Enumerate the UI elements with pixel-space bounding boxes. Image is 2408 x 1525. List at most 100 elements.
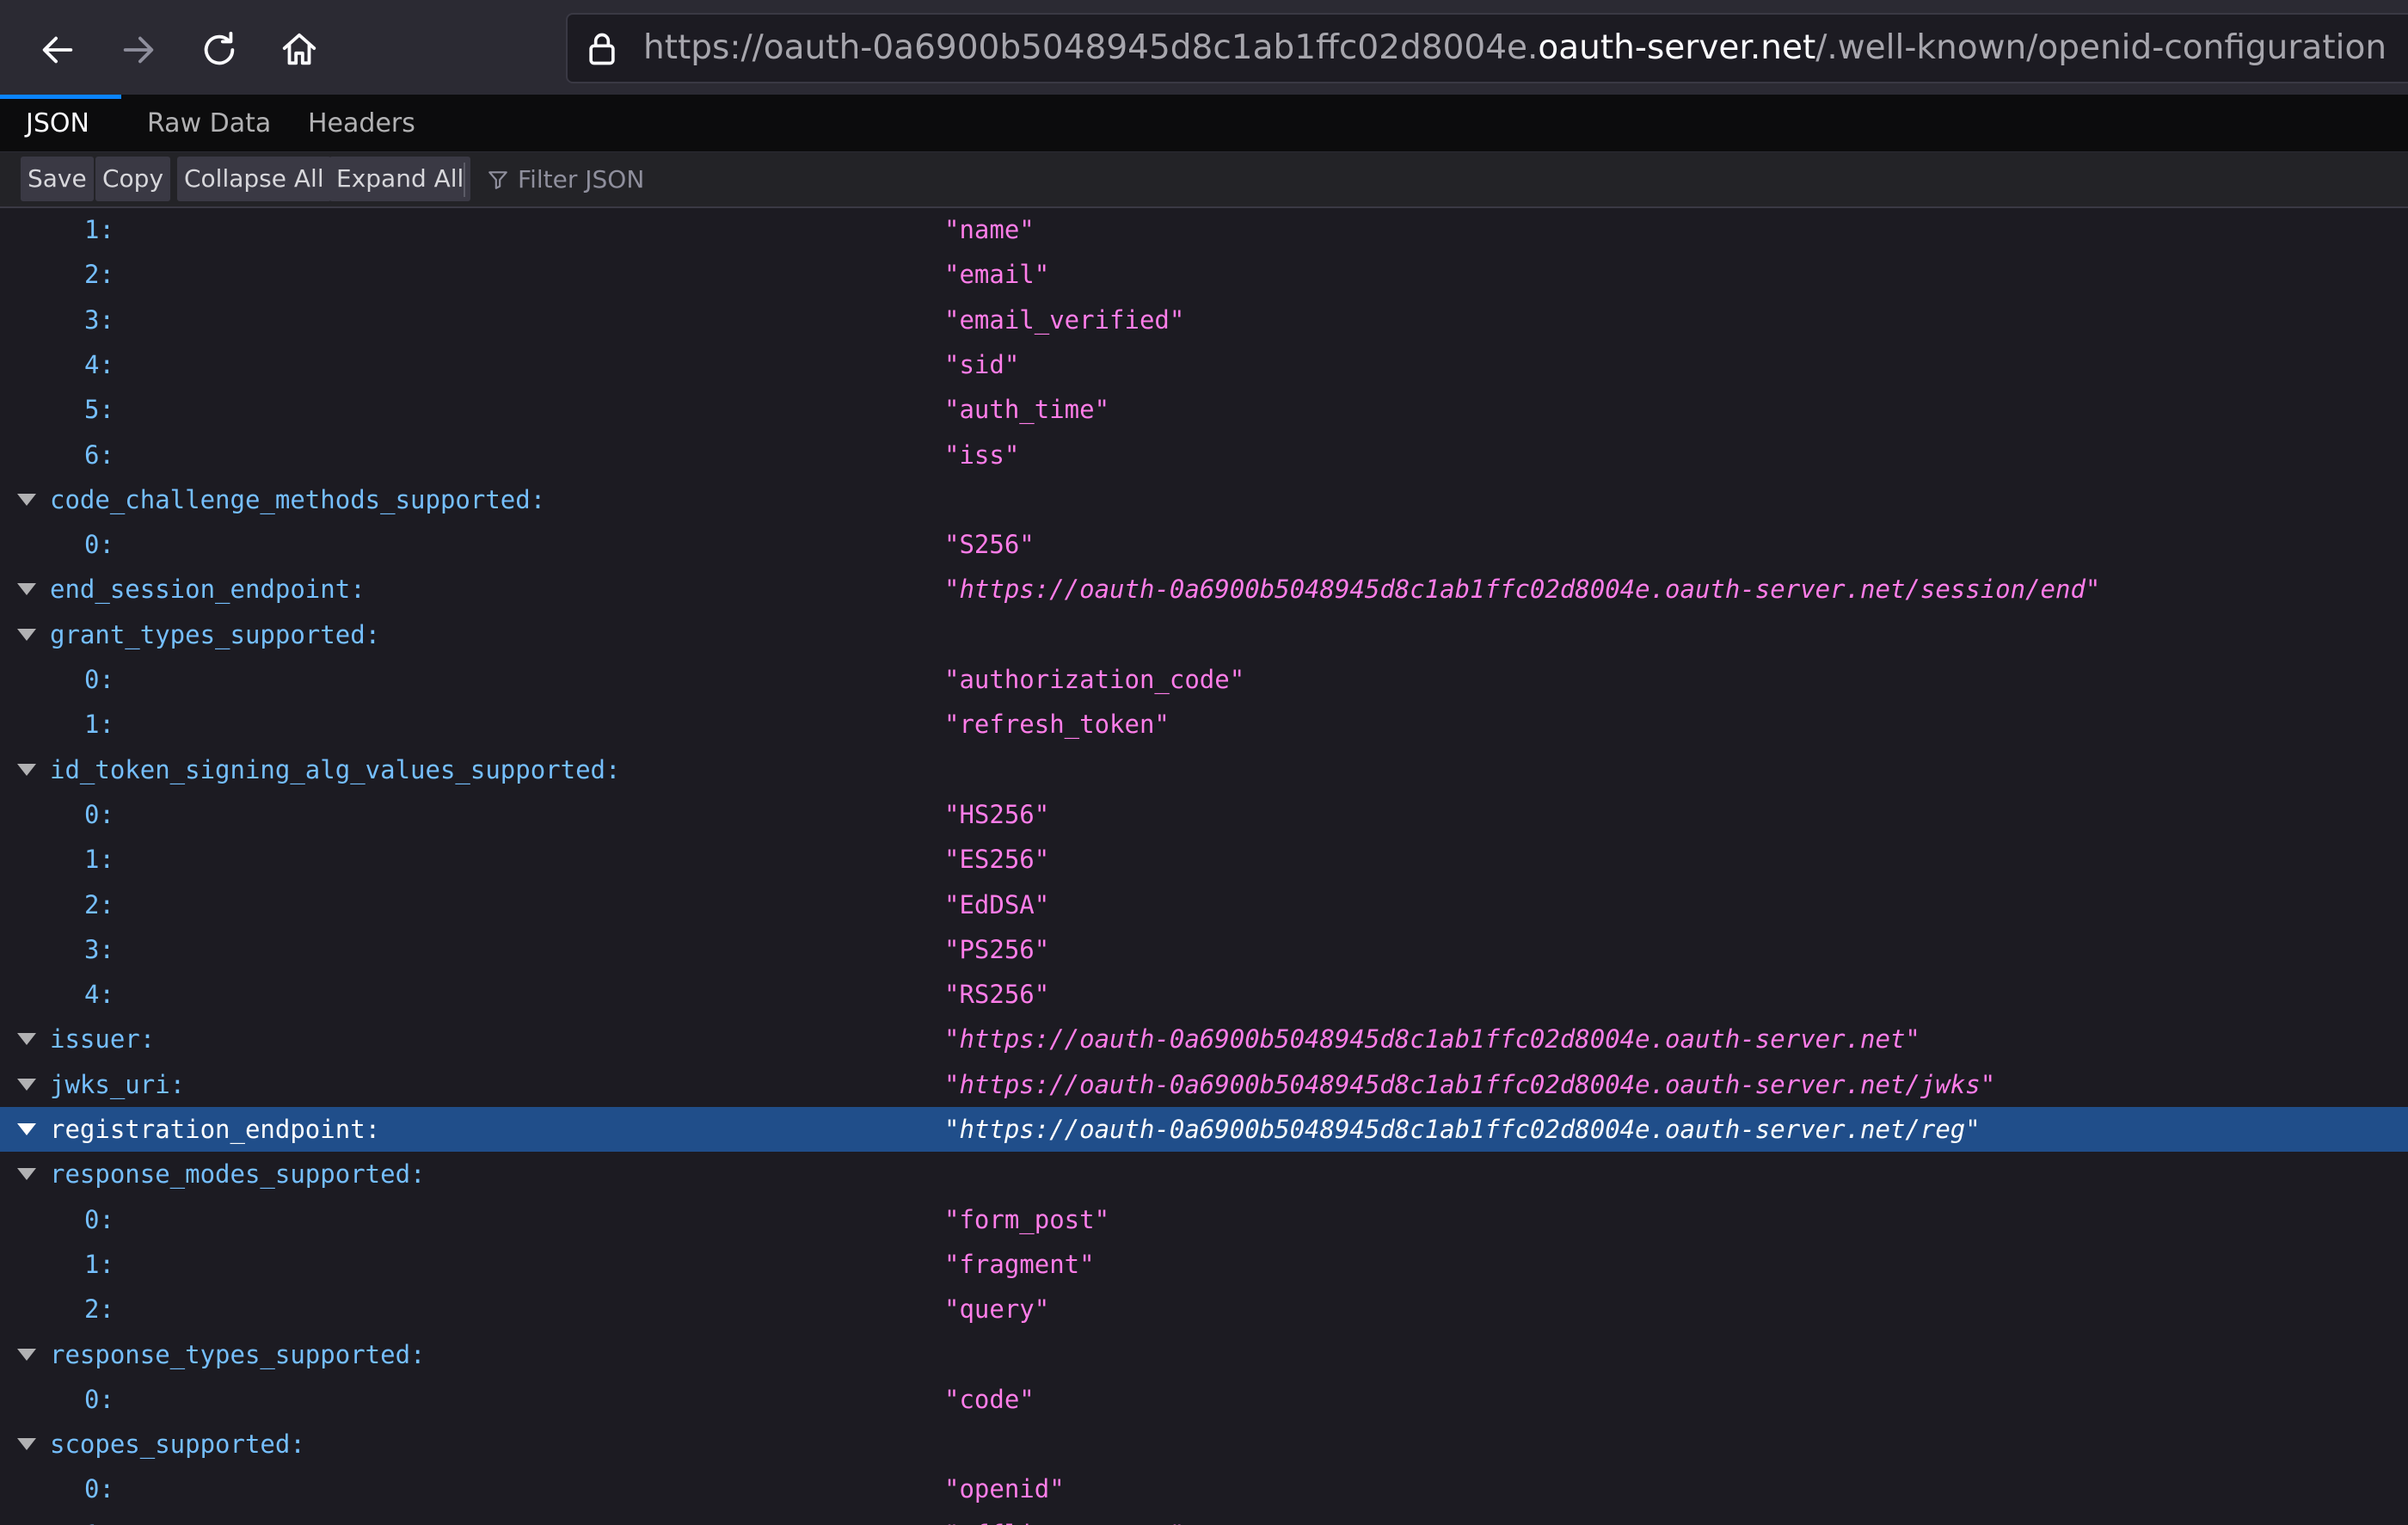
json-array-item-row[interactable]: 4: "sid" <box>0 342 2408 387</box>
json-key: 2: <box>84 890 114 919</box>
json-array-item-row[interactable]: 4: "RS256" <box>0 972 2408 1017</box>
json-array-item-row[interactable]: 0: "code" <box>0 1377 2408 1422</box>
json-key: 1: <box>84 845 114 874</box>
json-array-item-row[interactable]: 2: "query" <box>0 1287 2408 1331</box>
json-value: "ES256" <box>944 845 1050 874</box>
back-arrow-icon <box>42 36 73 64</box>
json-key: response_modes_supported: <box>50 1159 426 1189</box>
json-array-item-row[interactable]: 1: "offline_access" <box>0 1512 2408 1525</box>
reload-button[interactable] <box>189 20 249 80</box>
viewer-tabs: JSON Raw Data Headers <box>0 95 2408 153</box>
json-property-row[interactable]: issuer: "https://oauth-0a6900b5048945d8c1… <box>0 1017 2408 1061</box>
json-key: 3: <box>84 935 114 964</box>
json-property-row[interactable]: jwks_uri: "https://oauth-0a6900b5048945d8… <box>0 1062 2408 1107</box>
json-array-item-row[interactable]: 0: "S256" <box>0 522 2408 567</box>
json-value: "sid" <box>944 350 1020 379</box>
json-property-row[interactable]: scopes_supported: <box>0 1422 2408 1467</box>
json-key: scopes_supported: <box>50 1430 305 1459</box>
json-value: "EdDSA" <box>944 890 1050 919</box>
json-array-item-row[interactable]: 1: "refresh_token" <box>0 702 2408 747</box>
json-property-row[interactable]: response_types_supported: <box>0 1332 2408 1377</box>
json-property-row[interactable]: end_session_endpoint: "https://oauth-0a69… <box>0 567 2408 612</box>
expand-toggle-icon[interactable] <box>17 764 36 776</box>
expand-toggle-icon[interactable] <box>17 1079 36 1091</box>
save-button[interactable]: Save <box>21 157 94 201</box>
json-key: 3: <box>84 305 114 335</box>
url-host: oauth-server.net <box>1538 28 1816 67</box>
json-property-row[interactable]: id_token_signing_alg_values_supported: <box>0 747 2408 792</box>
expand-toggle-icon[interactable] <box>17 1123 36 1135</box>
json-key: 6: <box>84 440 114 470</box>
json-action-bar: Save Copy Collapse All Expand All Filter… <box>0 152 2408 208</box>
json-key: 0: <box>84 665 114 694</box>
json-value: "iss" <box>944 440 1020 470</box>
json-value: "S256" <box>944 530 1035 559</box>
toolbar-divider <box>464 163 465 197</box>
json-property-row[interactable]: code_challenge_methods_supported: <box>0 477 2408 522</box>
forward-button[interactable] <box>108 20 169 80</box>
json-tree: 1: "name" 2: "email" 3: "email_verified" 4: "si… <box>0 207 2408 1525</box>
json-value: "HS256" <box>944 800 1050 829</box>
expand-toggle-icon[interactable] <box>17 1168 36 1180</box>
json-key: 4: <box>84 980 114 1009</box>
json-value: "code" <box>944 1385 1035 1414</box>
json-value: "query" <box>944 1294 1050 1324</box>
url-bar[interactable]: https://oauth-0a6900b5048945d8c1ab1ffc02… <box>566 13 2408 83</box>
json-value: "authorization_code" <box>944 665 1245 694</box>
json-array-item-row[interactable]: 0: "form_post" <box>0 1197 2408 1242</box>
expand-toggle-icon[interactable] <box>17 583 36 595</box>
expand-toggle-icon[interactable] <box>17 1438 36 1450</box>
json-array-item-row[interactable]: 0: "authorization_code" <box>0 657 2408 702</box>
expand-toggle-icon[interactable] <box>17 1033 36 1045</box>
json-key: code_challenge_methods_supported: <box>50 485 546 514</box>
json-property-row[interactable]: grant_types_supported: <box>0 612 2408 657</box>
tab-headers[interactable]: Headers <box>282 95 441 151</box>
url-path: /.well-known/openid-configuration <box>1815 28 2387 67</box>
json-property-row[interactable]: registration_endpoint: "https://oauth-0a6… <box>0 1107 2408 1152</box>
json-value: "refresh_token" <box>944 710 1170 739</box>
expand-toggle-icon[interactable] <box>17 1349 36 1361</box>
tab-raw-data[interactable]: Raw Data <box>121 95 297 151</box>
collapse-all-button[interactable]: Collapse All <box>177 157 331 201</box>
reload-icon <box>204 31 235 65</box>
json-key: end_session_endpoint: <box>50 575 366 604</box>
url-text[interactable]: https://oauth-0a6900b5048945d8c1ab1ffc02… <box>643 15 2386 82</box>
json-value: "PS256" <box>944 935 1050 964</box>
json-array-item-row[interactable]: 1: "fragment" <box>0 1242 2408 1287</box>
json-property-row[interactable]: response_modes_supported: <box>0 1152 2408 1196</box>
json-key: registration_endpoint: <box>50 1115 381 1144</box>
tab-json[interactable]: JSON <box>0 95 121 151</box>
filter-json-input[interactable]: Filter JSON <box>487 152 644 206</box>
lock-icon[interactable] <box>583 30 621 68</box>
json-array-item-row[interactable]: 2: "EdDSA" <box>0 882 2408 927</box>
json-array-item-row[interactable]: 1: "ES256" <box>0 837 2408 882</box>
json-key: 0: <box>84 1474 114 1503</box>
json-array-item-row[interactable]: 0: "HS256" <box>0 792 2408 837</box>
json-key: 1: <box>84 1250 114 1279</box>
browser-toolbar: https://oauth-0a6900b5048945d8c1ab1ffc02… <box>0 0 2408 96</box>
expand-all-button[interactable]: Expand All <box>329 157 471 201</box>
json-key: response_types_supported: <box>50 1340 426 1369</box>
json-key: grant_types_supported: <box>50 620 381 649</box>
json-array-item-row[interactable]: 3: "email_verified" <box>0 298 2408 342</box>
json-key: jwks_uri: <box>50 1070 186 1099</box>
json-array-item-row[interactable]: 3: "PS256" <box>0 927 2408 972</box>
expand-toggle-icon[interactable] <box>17 494 36 506</box>
home-icon <box>282 33 316 65</box>
json-array-item-row[interactable]: 2: "email" <box>0 252 2408 297</box>
json-array-item-row[interactable]: 5: "auth_time" <box>0 387 2408 432</box>
json-array-item-row[interactable]: 1: "name" <box>0 207 2408 252</box>
json-key: id_token_signing_alg_values_supported: <box>50 755 621 784</box>
json-value: "email_verified" <box>944 305 1185 335</box>
home-button[interactable] <box>269 20 329 80</box>
json-key: 4: <box>84 350 114 379</box>
copy-button[interactable]: Copy <box>95 157 171 201</box>
json-array-item-row[interactable]: 6: "iss" <box>0 433 2408 477</box>
back-button[interactable] <box>28 20 88 80</box>
expand-toggle-icon[interactable] <box>17 629 36 641</box>
json-array-item-row[interactable]: 0: "openid" <box>0 1467 2408 1511</box>
json-value: "https://oauth-0a6900b5048945d8c1ab1ffc0… <box>944 1024 1920 1054</box>
json-key: 2: <box>84 260 114 289</box>
json-value: "https://oauth-0a6900b5048945d8c1ab1ffc0… <box>944 1115 1981 1144</box>
json-value: "name" <box>944 215 1035 244</box>
